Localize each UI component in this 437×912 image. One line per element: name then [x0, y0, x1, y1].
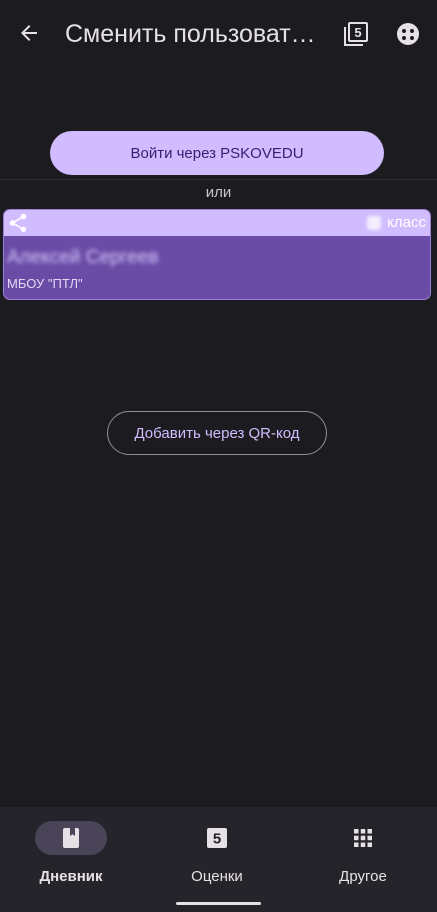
login-pskovedu-button[interactable]: Войти через PSKOVEDU [50, 131, 384, 175]
account-card-header: класс [4, 210, 430, 236]
nav-indicator [327, 821, 399, 855]
arrow-back-icon [21, 25, 37, 41]
nav-label: Оценки [191, 868, 243, 885]
gesture-bar[interactable] [176, 902, 261, 905]
nav-item-other[interactable]: Другое [303, 821, 423, 891]
face-icon [397, 23, 419, 45]
filter-5-button[interactable]: 5 [340, 18, 372, 50]
back-button[interactable] [12, 16, 46, 50]
share-icon[interactable] [7, 212, 29, 234]
nav-indicator [35, 821, 107, 855]
or-separator-text: или [205, 184, 232, 201]
class-label: класс [387, 214, 426, 231]
diary-icon [63, 828, 79, 848]
nav-label: Дневник [39, 868, 103, 885]
screen: Сменить пользователя 5 Войти через PSKOV… [0, 0, 437, 912]
class-info: класс [367, 214, 426, 231]
nav-item-grades[interactable]: 5 Оценки [157, 821, 277, 891]
school-name: МБОУ "ПТЛ" [7, 276, 83, 291]
page-title: Сменить пользователя [65, 20, 327, 48]
class-number-blurred [367, 215, 382, 230]
nav-label: Другое [339, 868, 387, 885]
divider [0, 179, 437, 180]
svg-text:5: 5 [354, 25, 361, 40]
add-via-qr-button[interactable]: Добавить через QR-код [107, 411, 327, 455]
top-app-bar: Сменить пользователя 5 [0, 0, 437, 68]
face-button[interactable] [392, 18, 424, 50]
filter-5-icon: 5 [344, 22, 368, 46]
nav-indicator: 5 [181, 821, 253, 855]
account-card[interactable]: класс Алексей Сергеев МБОУ "ПТЛ" [3, 209, 431, 300]
student-name: Алексей Сергеев [7, 247, 159, 268]
bottom-navigation: Дневник 5 Оценки Другое [0, 807, 437, 912]
nav-item-diary[interactable]: Дневник [11, 821, 131, 891]
svg-text:5: 5 [213, 831, 221, 848]
apps-grid-icon [354, 829, 372, 847]
grades-five-icon: 5 [207, 828, 227, 848]
